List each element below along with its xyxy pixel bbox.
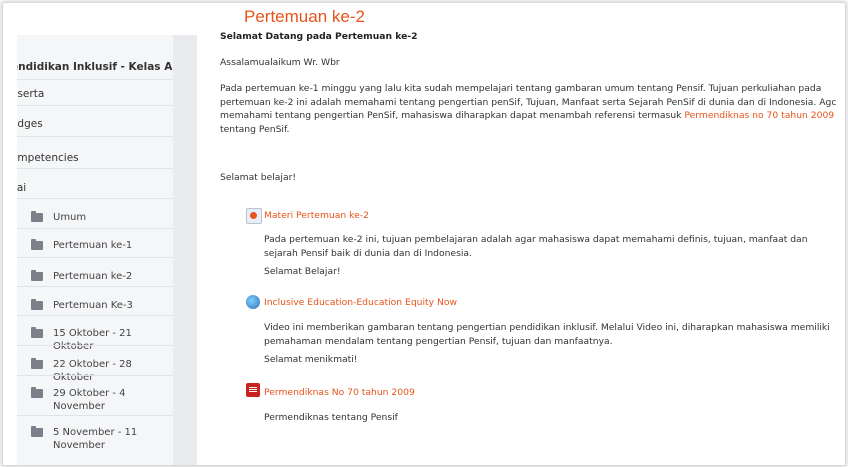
sidebar-separator <box>17 79 173 80</box>
page-icon <box>246 208 262 224</box>
course-sidebar: endidikan Inklusif - Kelas A eserta adge… <box>17 35 174 465</box>
activity-description: Permendiknas tentang Pensif <box>264 412 398 423</box>
intro-paragraph: Pada pertemuan ke-1 minggu yang lalu kit… <box>220 82 840 136</box>
folder-icon <box>31 239 43 250</box>
sidebar-section-label: Pertemuan ke-1 <box>53 240 133 251</box>
sidebar-section-label: Pertemuan Ke-3 <box>53 300 133 311</box>
sidebar-separator <box>17 375 173 376</box>
sidebar-section-label: Pertemuan ke-2 <box>53 271 133 282</box>
activity-description: Pada pertemuan ke-2 ini, tujuan pembelaj… <box>264 234 808 259</box>
activity-note: Selamat menikmati! <box>264 354 358 365</box>
sidebar-section-label: 5 November - 11 November <box>53 427 138 451</box>
sidebar-separator <box>17 105 173 106</box>
activity-link-video[interactable]: Inclusive Education-Education Equity Now <box>264 296 457 310</box>
sidebar-separator <box>17 315 173 316</box>
pdf-icon <box>246 383 260 397</box>
folder-icon <box>31 270 43 281</box>
globe-icon <box>246 295 260 309</box>
sidebar-separator <box>17 228 173 229</box>
sidebar-item-label: ilai <box>17 182 27 194</box>
folder-icon <box>31 426 43 437</box>
page-title: Pertemuan ke-2 <box>244 7 365 26</box>
window-frame: endidikan Inklusif - Kelas A eserta adge… <box>2 2 846 466</box>
greeting-text: Assalamualaikum Wr. Wbr <box>220 57 340 68</box>
activity-link-materi[interactable]: Materi Pertemuan ke-2 <box>264 209 369 223</box>
sidebar-separator <box>17 136 173 137</box>
welcome-heading: Selamat Datang pada Pertemuan ke-2 <box>220 31 418 42</box>
sidebar-item-label: adges <box>17 118 43 130</box>
sidebar-divider <box>173 35 197 465</box>
sidebar-separator <box>17 415 173 416</box>
folder-icon <box>31 211 43 222</box>
sidebar-separator <box>17 345 173 346</box>
sidebar-item-label: eserta <box>17 88 45 100</box>
folder-icon <box>31 387 43 398</box>
sidebar-separator <box>17 257 173 258</box>
sidebar-section-label: 29 Oktober - 4 November <box>53 388 126 412</box>
activity-description: Video ini memberikan gambaran tentang pe… <box>264 322 830 347</box>
intro-text-end: tentang PenSif. <box>220 123 290 135</box>
folder-icon <box>31 299 43 310</box>
closing-text: Selamat belajar! <box>220 172 297 183</box>
top-band <box>3 3 845 29</box>
sidebar-section-label: 15 Oktober - 21 Oktober <box>53 328 132 352</box>
sidebar-separator <box>17 286 173 287</box>
sidebar-separator <box>17 198 173 199</box>
sidebar-item-label: ompetencies <box>17 152 79 164</box>
permendiknas-link[interactable]: Permendiknas no 70 tahun 2009 <box>684 110 834 121</box>
activity-note: Selamat Belajar! <box>264 266 341 277</box>
folder-icon <box>31 327 43 338</box>
activity-link-permendiknas[interactable]: Permendiknas No 70 tahun 2009 <box>264 386 415 400</box>
sidebar-section-label: Umum <box>53 212 87 223</box>
folder-icon <box>31 358 43 369</box>
sidebar-course-title-text: endidikan Inklusif - Kelas A <box>17 61 173 73</box>
sidebar-separator <box>17 168 173 169</box>
sidebar-section-label: 22 Oktober - 28 Oktober <box>53 359 132 383</box>
